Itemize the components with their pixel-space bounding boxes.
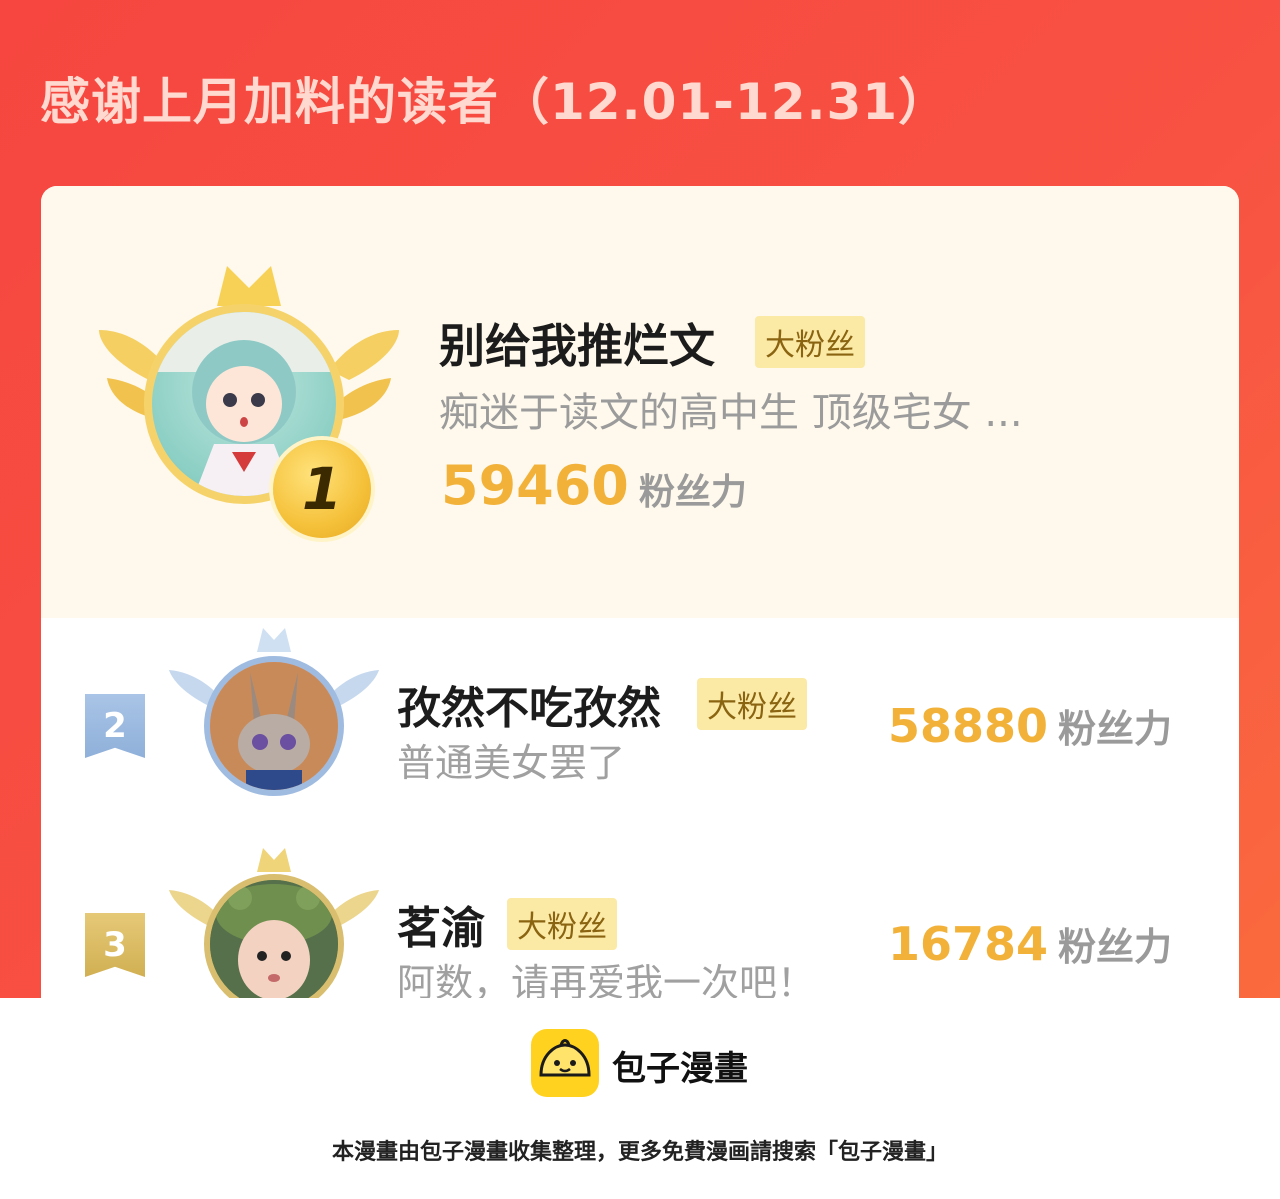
fan-badge-rank-1: 大粉丝 bbox=[755, 316, 865, 368]
reader-name-rank-2[interactable]: 孜然不吃孜然 bbox=[397, 672, 661, 736]
baozi-logo-icon bbox=[531, 1029, 599, 1097]
banner-title: 感谢上月加料的读者（12.01-12.31） bbox=[40, 73, 950, 131]
fan-badge-rank-2: 大粉丝 bbox=[697, 678, 807, 730]
banner: 感谢上月加料的读者（12.01-12.31） 1 别给我推烂文 大粉丝 痴迷于读… bbox=[0, 0, 1280, 998]
avatar-rank-2[interactable] bbox=[204, 656, 344, 796]
reader-signature-rank-3: 阿数，请再爱我一次吧！ bbox=[397, 961, 816, 998]
fan-power-rank-1: 59460 粉丝力 bbox=[441, 454, 747, 517]
rank-ribbon-2: 2 bbox=[85, 694, 145, 758]
fan-power-unit: 粉丝力 bbox=[1058, 707, 1173, 751]
leaderboard-card: 1 别给我推烂文 大粉丝 痴迷于读文的高中生 顶级宅女 ... 59460 粉丝力… bbox=[41, 186, 1239, 998]
footer-note: 本漫畫由包子漫畫收集整理，更多免費漫画請搜索「包子漫畫」 bbox=[331, 1140, 948, 1165]
fan-power-value: 16784 bbox=[888, 917, 1049, 971]
reader-name-rank-1[interactable]: 别给我推烂文 bbox=[439, 310, 715, 376]
fan-power-rank-3: 16784 粉丝力 bbox=[888, 916, 1172, 971]
fan-power-unit: 粉丝力 bbox=[638, 472, 747, 513]
fan-power-rank-2: 58880 粉丝力 bbox=[888, 698, 1172, 753]
footer-brand: 包子漫畫 bbox=[612, 1049, 748, 1089]
fan-power-value: 59460 bbox=[441, 454, 629, 517]
bunny-avatar-icon bbox=[210, 662, 338, 790]
fan-badge-rank-3: 大粉丝 bbox=[507, 898, 617, 950]
rank-ribbon-3: 3 bbox=[85, 913, 145, 977]
fan-power-unit: 粉丝力 bbox=[1058, 925, 1173, 969]
reader-signature-rank-1: 痴迷于读文的高中生 顶级宅女 ... bbox=[439, 390, 1023, 436]
child-frog-hat-avatar-icon bbox=[210, 880, 338, 998]
fan-power-value: 58880 bbox=[888, 699, 1049, 753]
reader-signature-rank-2: 普通美女罢了 bbox=[397, 741, 626, 785]
reader-name-rank-3[interactable]: 茗渝 bbox=[397, 892, 485, 956]
gold-medal-rank-1: 1 bbox=[273, 440, 371, 538]
